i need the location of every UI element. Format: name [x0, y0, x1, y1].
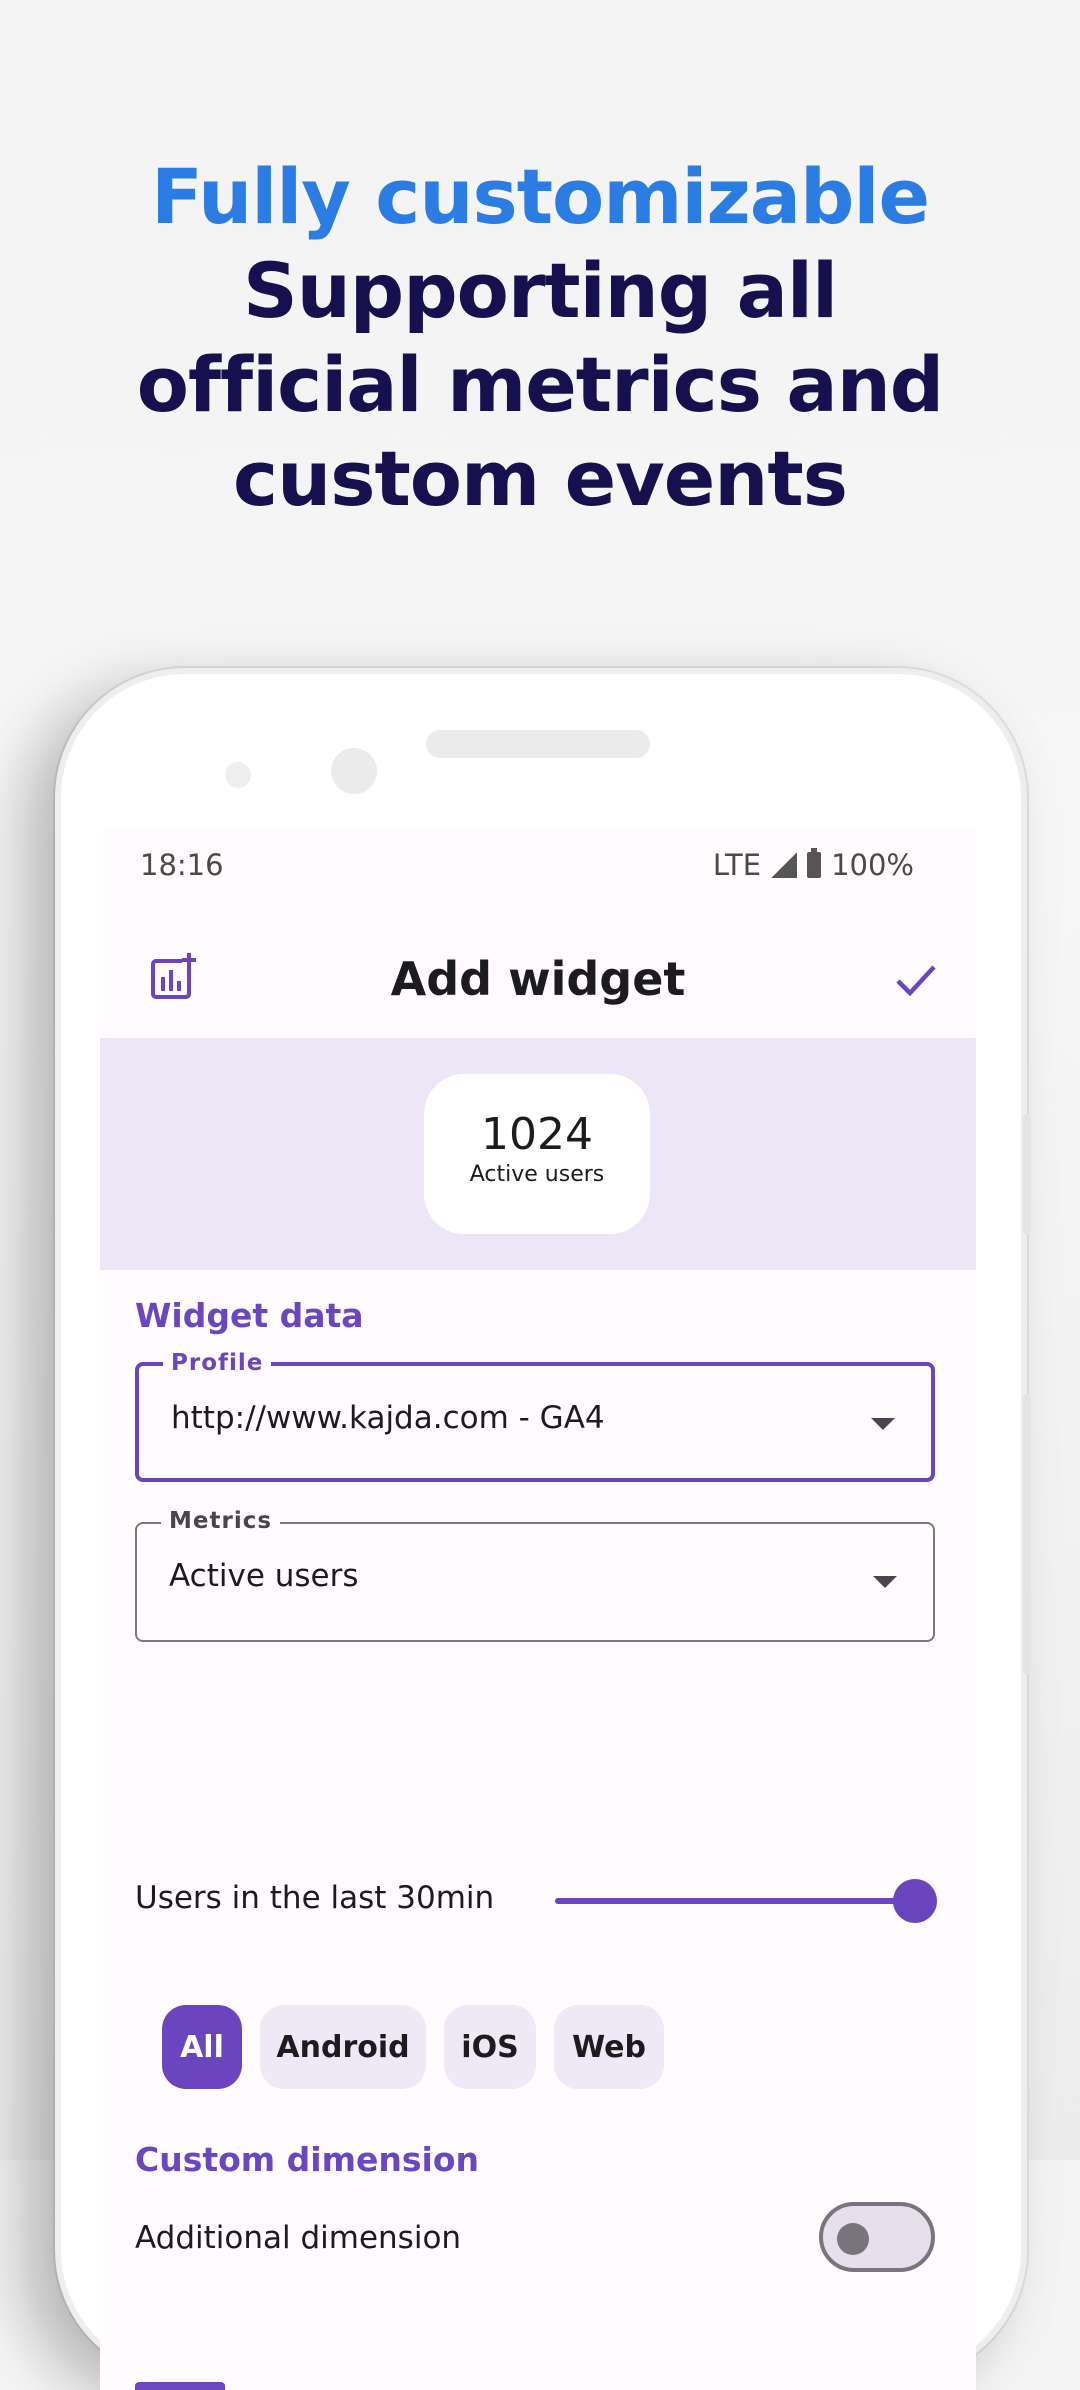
- status-right: LTE 100%: [713, 848, 914, 882]
- dropdown-arrow-icon: [871, 1418, 895, 1430]
- chip-android[interactable]: Android: [260, 2005, 426, 2089]
- widget-label: Active users: [469, 1162, 605, 1187]
- check-icon: [896, 965, 936, 997]
- chip-all[interactable]: All: [162, 2005, 242, 2089]
- app-bar: Add widget: [100, 930, 976, 1030]
- phone-side-button: [1023, 1394, 1031, 1674]
- page-title: Add widget: [390, 952, 686, 1006]
- additional-dimension-toggle[interactable]: [819, 2202, 935, 2272]
- battery-label: 100%: [831, 848, 914, 882]
- profile-label: Profile: [163, 1350, 272, 1376]
- toggle-label: Additional dimension: [135, 2220, 462, 2256]
- next-section-title-cut: [135, 2330, 335, 2390]
- phone-frame: 18:16 LTE 100% Add widget 1024 Active us…: [55, 668, 1031, 2390]
- status-time: 18:16: [140, 848, 224, 882]
- slider-thumb[interactable]: [893, 1879, 937, 1923]
- confirm-button[interactable]: [892, 956, 940, 1004]
- headline: Fully customizable Supporting all offici…: [0, 150, 1080, 526]
- toggle-knob: [837, 2223, 869, 2255]
- metrics-dropdown[interactable]: Metrics Active users: [135, 1508, 935, 1642]
- phone-camera: [331, 748, 377, 794]
- phone-speaker: [426, 730, 650, 758]
- time-range-row: Users in the last 30min: [135, 1870, 937, 1930]
- phone-side-button: [1023, 1114, 1031, 1234]
- platform-chips: All Android iOS Web: [162, 2005, 664, 2089]
- widget-value: 1024: [481, 1109, 593, 1160]
- additional-dimension-row: Additional dimension: [135, 2200, 935, 2280]
- app-screen: 18:16 LTE 100% Add widget 1024 Active us…: [100, 830, 976, 2390]
- status-bar: 18:16 LTE 100%: [100, 830, 976, 900]
- slider-fill: [555, 1898, 915, 1904]
- section-title-widget-data: Widget data: [135, 1296, 364, 1335]
- chip-ios[interactable]: iOS: [444, 2005, 536, 2089]
- metrics-label: Metrics: [161, 1508, 281, 1534]
- signal-icon: [771, 852, 798, 878]
- widget-preview: 1024 Active users: [100, 1038, 976, 1270]
- metrics-value: Active users: [169, 1558, 359, 1594]
- time-range-slider[interactable]: [555, 1879, 937, 1923]
- slider-label: Users in the last 30min: [135, 1880, 495, 1916]
- headline-line-3: custom events: [233, 434, 848, 523]
- phone-sensor: [225, 762, 251, 788]
- headline-accent: Fully customizable: [150, 152, 930, 241]
- profile-dropdown[interactable]: Profile http://www.kajda.com - GA4: [135, 1350, 935, 1482]
- cut-off-heading: [135, 2382, 225, 2390]
- widget-preview-card[interactable]: 1024 Active users: [424, 1074, 650, 1234]
- battery-icon: [807, 848, 822, 878]
- headline-line-1: Supporting all: [242, 246, 838, 335]
- profile-value: http://www.kajda.com - GA4: [171, 1400, 605, 1436]
- network-label: LTE: [712, 848, 762, 882]
- dropdown-arrow-icon: [873, 1576, 897, 1588]
- chip-web[interactable]: Web: [554, 2005, 664, 2089]
- headline-line-2: official metrics and: [136, 340, 944, 429]
